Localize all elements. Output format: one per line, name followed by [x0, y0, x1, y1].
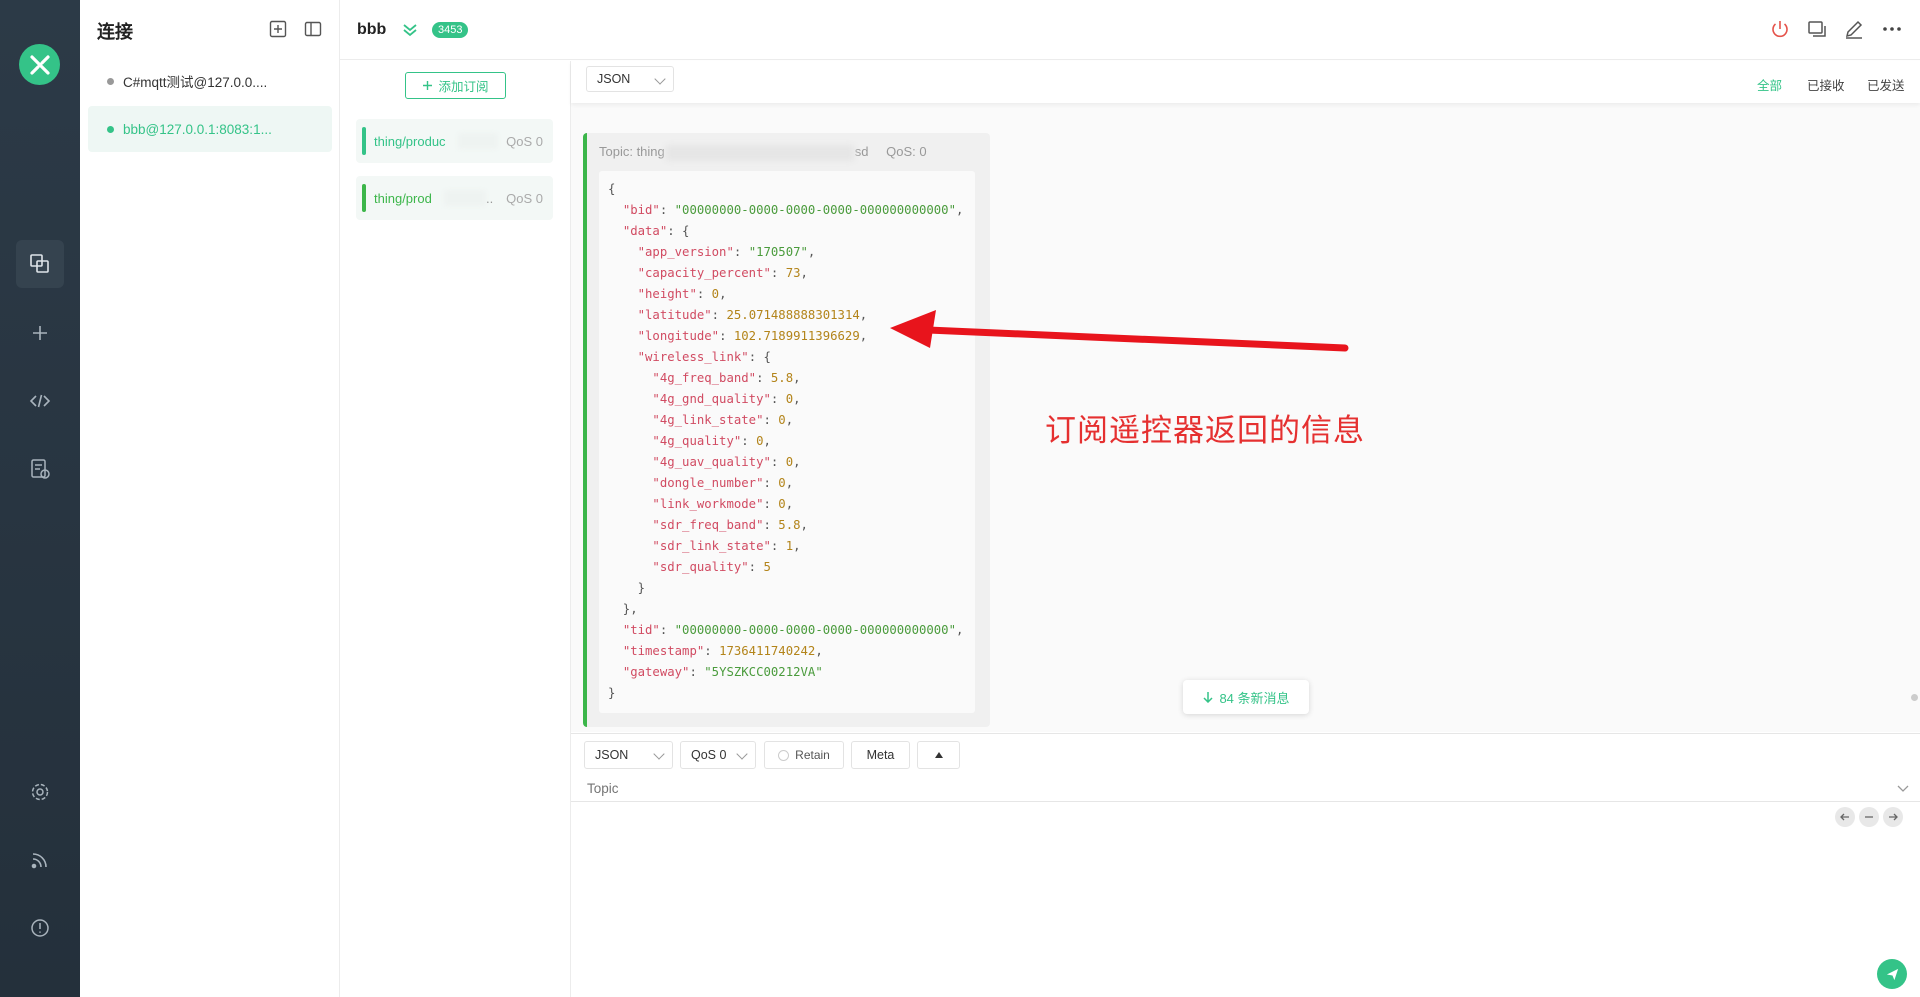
- subscriptions-panel: 添加订阅 thing/produc QoS 0 thing/prod .. Qo…: [340, 61, 571, 997]
- annotation-arrow: [890, 310, 1349, 352]
- message-topic-prefix: Topic: thing: [599, 144, 665, 159]
- annotation-text: 订阅遥控器返回的信息: [1045, 413, 1365, 449]
- script-icon[interactable]: [16, 377, 64, 425]
- subscription-item[interactable]: thing/produc QoS 0: [356, 119, 553, 163]
- new-messages-button[interactable]: 84 条新消息: [1183, 680, 1309, 714]
- chevron-down-icon: [736, 748, 748, 760]
- about-icon[interactable]: [16, 904, 64, 952]
- retain-toggle[interactable]: Retain: [764, 741, 844, 769]
- plus-icon: [423, 81, 433, 90]
- publish-format-select[interactable]: JSON: [584, 741, 673, 769]
- history-prev-icon[interactable]: [1835, 807, 1855, 827]
- mqttx-logo-icon: [19, 44, 60, 85]
- connection-item-active[interactable]: bbb@127.0.0.1:8083:1...: [88, 106, 332, 152]
- send-icon: [1886, 968, 1898, 980]
- settings-icon[interactable]: [16, 768, 64, 816]
- subscription-topic-ellipsis: ..: [486, 190, 494, 206]
- chevron-double-down-icon[interactable]: [402, 22, 418, 43]
- status-dot: [107, 125, 114, 133]
- topic-input[interactable]: [571, 776, 1920, 802]
- retain-radio-icon: [778, 749, 790, 761]
- new-window-icon[interactable]: [1806, 18, 1828, 40]
- message-count-badge: 3453: [432, 22, 469, 38]
- filter-all-tab[interactable]: 全部: [1757, 75, 1782, 94]
- edit-icon[interactable]: [1843, 18, 1865, 40]
- connection-header: bbb 3453: [340, 0, 1920, 60]
- app-sidebar: [0, 0, 80, 997]
- meta-button[interactable]: Meta: [851, 741, 910, 769]
- plus-icon[interactable]: [16, 309, 64, 357]
- log-icon[interactable]: [16, 445, 64, 493]
- message-card[interactable]: Topic: thing sd QoS: 0 { "bid": "00000000…: [583, 133, 990, 727]
- message-meta: Topic: thing sd QoS: 0: [599, 144, 927, 161]
- subscription-topic: thing/produc: [374, 133, 446, 149]
- connections-title: 连接: [97, 22, 133, 42]
- send-button[interactable]: [1877, 959, 1907, 989]
- redacted-blur: [664, 144, 855, 161]
- publish-qos-select[interactable]: QoS 0: [680, 741, 756, 769]
- connection-name: bbb: [357, 21, 387, 38]
- redacted-blur: [444, 190, 486, 206]
- message-payload: { "bid": "00000000-0000-0000-0000-000000…: [599, 171, 975, 713]
- meta-label: Meta: [866, 748, 895, 762]
- new-messages-label: 84 条新消息: [1219, 690, 1290, 706]
- connection-label: bbb@127.0.0.1:8083:1...: [123, 121, 272, 137]
- redacted-blur: [458, 133, 498, 149]
- connections-panel: 连接 C#mqtt测试@127.0.0.... bbb@127.0.0.1:80…: [80, 0, 340, 997]
- subscription-item[interactable]: thing/prod .. QoS 0: [356, 176, 553, 220]
- publish-format-value: JSON: [595, 748, 629, 762]
- subscription-topic: thing/prod: [374, 190, 432, 206]
- new-connection-icon[interactable]: [268, 19, 288, 39]
- message-list[interactable]: JSON 全部 已接收 已发送 Topic: thing sd QoS: 0 { …: [571, 61, 1920, 732]
- disconnect-icon[interactable]: [1769, 18, 1791, 40]
- subscription-qos: QoS 0: [506, 190, 543, 206]
- chevron-down-icon: [653, 748, 665, 760]
- message-topic-suffix: sd: [854, 144, 869, 159]
- filter-received-tab[interactable]: 已接收: [1807, 75, 1845, 94]
- status-dot: [107, 77, 114, 85]
- expand-button[interactable]: [917, 741, 960, 769]
- chevron-down-icon: [654, 73, 666, 85]
- add-subscription-button[interactable]: 添加订阅: [405, 72, 506, 99]
- add-subscription-label: 添加订阅: [438, 80, 489, 94]
- subscription-color-bar: [362, 127, 366, 155]
- filter-sent-tab[interactable]: 已发送: [1867, 75, 1905, 94]
- connection-item[interactable]: C#mqtt测试@127.0.0....: [88, 58, 332, 104]
- toggle-panel-icon[interactable]: [303, 19, 323, 39]
- message-toolbar: JSON 全部 已接收 已发送: [571, 61, 1920, 103]
- publish-panel: JSON QoS 0 Retain Meta: [571, 733, 1920, 997]
- history-clear-icon[interactable]: [1859, 807, 1879, 827]
- arrow-down-icon: [1203, 692, 1213, 703]
- subscription-icon[interactable]: [16, 836, 64, 884]
- connections-icon[interactable]: [16, 240, 64, 288]
- chevron-down-icon[interactable]: [1897, 784, 1909, 794]
- publish-qos-value: QoS 0: [691, 748, 727, 762]
- subscription-color-bar: [362, 184, 366, 212]
- history-next-icon[interactable]: [1883, 807, 1903, 827]
- more-icon[interactable]: [1881, 18, 1903, 40]
- message-qos: QoS: 0: [886, 144, 927, 159]
- scroll-indicator[interactable]: [1911, 694, 1918, 701]
- payload-format-value: JSON: [597, 72, 631, 86]
- subscription-qos: QoS 0: [506, 133, 543, 149]
- caret-up-icon: [934, 752, 943, 758]
- payload-format-select[interactable]: JSON: [586, 66, 674, 92]
- connection-label: C#mqtt测试@127.0.0....: [123, 75, 268, 90]
- retain-label: Retain: [795, 748, 830, 762]
